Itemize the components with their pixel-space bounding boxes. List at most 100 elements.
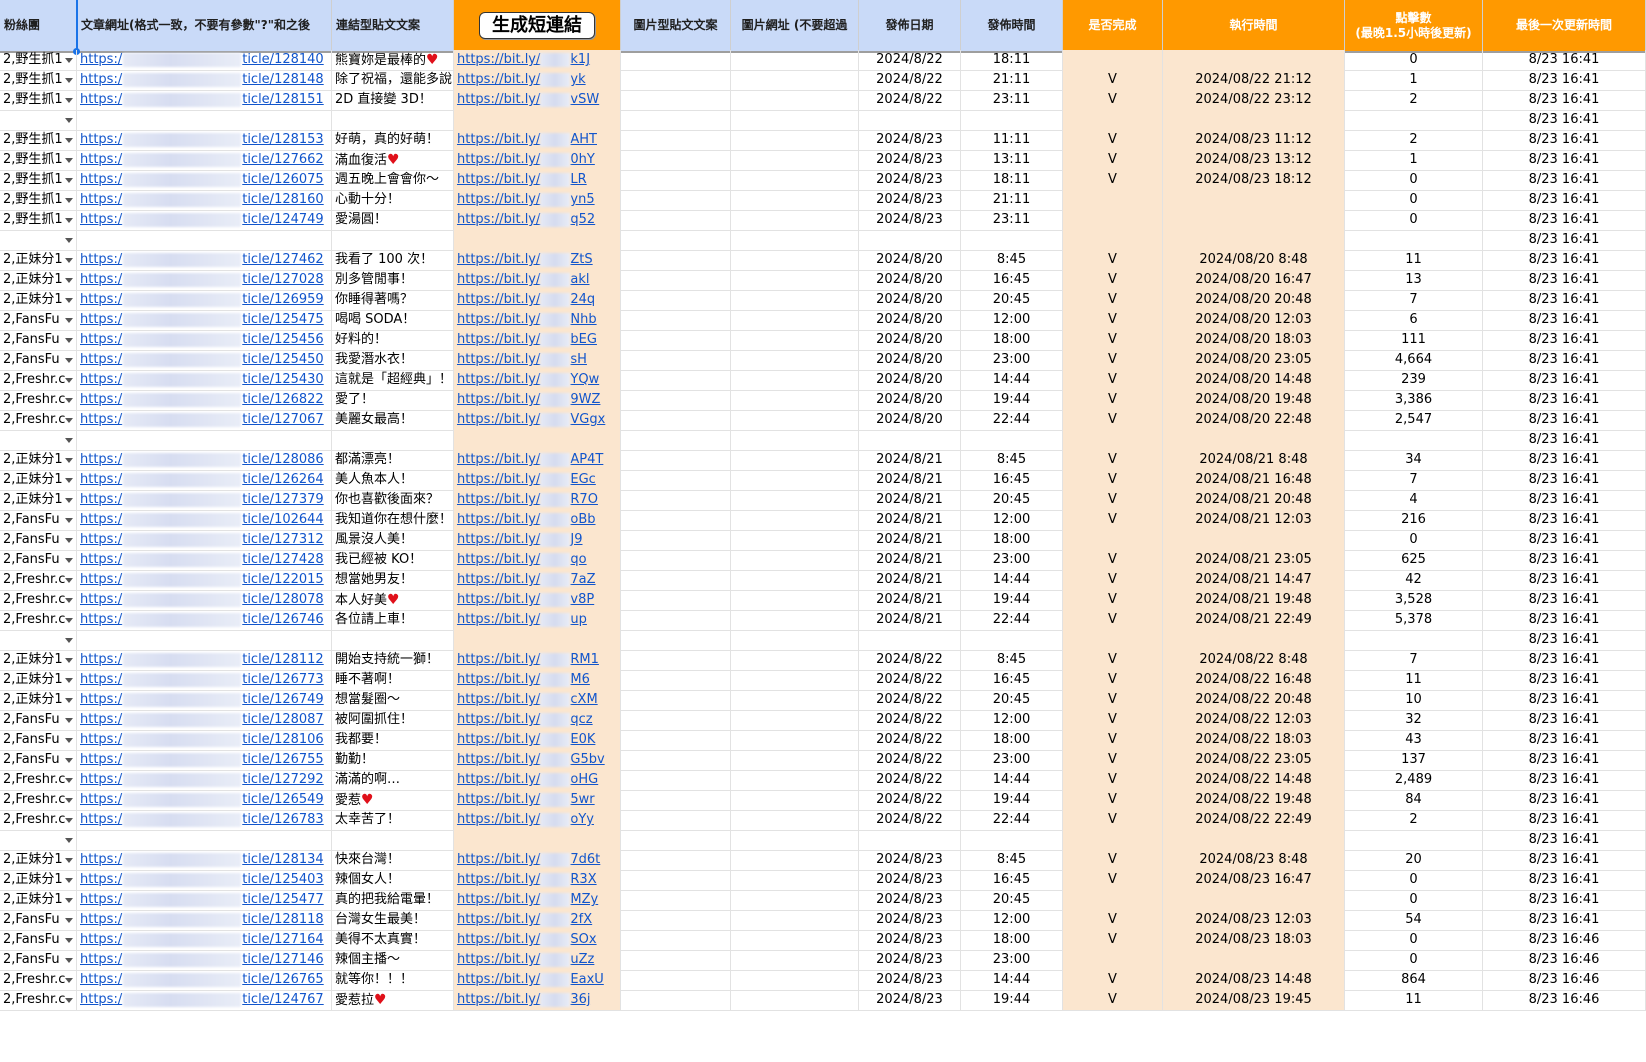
is-done-cell[interactable]: V xyxy=(1063,690,1163,711)
exec-time-cell[interactable]: 2024/08/22 12:03 xyxy=(1163,710,1345,731)
short-link-cell[interactable]: https://bit.ly/qo xyxy=(454,550,621,571)
link-post-text-cell[interactable]: 台灣女生最美！ xyxy=(332,910,454,931)
fan-group-cell[interactable]: 2,FansFu xyxy=(0,750,77,771)
short-link-cell[interactable]: https://bit.ly/7d6t xyxy=(454,850,621,871)
is-done-cell[interactable] xyxy=(1063,210,1163,231)
is-done-cell[interactable]: V xyxy=(1063,390,1163,411)
short-link[interactable]: https://bit.ly/ xyxy=(457,790,540,810)
image-url-cell[interactable] xyxy=(731,770,859,791)
short-link-suffix[interactable]: J9 xyxy=(570,530,582,550)
article-url-cell[interactable]: https:/ ticle/126765 xyxy=(77,970,332,991)
article-url-cell[interactable]: https:/ ticle/126959 xyxy=(77,290,332,311)
fan-group-cell[interactable] xyxy=(0,430,77,451)
short-link-suffix[interactable]: Nhb xyxy=(570,310,596,330)
image-post-text-cell[interactable] xyxy=(621,90,731,111)
article-url-cell[interactable]: https:/ ticle/124749 xyxy=(77,210,332,231)
exec-time-cell[interactable] xyxy=(1163,830,1345,851)
short-link-cell[interactable]: https://bit.ly/MZy xyxy=(454,890,621,911)
exec-time-cell[interactable] xyxy=(1163,110,1345,131)
article-url-link[interactable]: https:/ xyxy=(80,730,122,750)
article-url-path[interactable]: ticle/125403 xyxy=(242,870,323,890)
image-url-cell[interactable] xyxy=(731,790,859,811)
fan-group-cell[interactable]: 2,Freshr.c xyxy=(0,390,77,411)
post-date-cell[interactable]: 2024/8/22 xyxy=(859,790,961,811)
post-time-cell[interactable]: 12:00 xyxy=(961,910,1063,931)
link-post-text-cell[interactable]: 愛了！ xyxy=(332,390,454,411)
dropdown-arrow-icon[interactable] xyxy=(65,578,73,583)
exec-time-cell[interactable]: 2024/08/20 8:48 xyxy=(1163,250,1345,271)
link-post-text-cell[interactable]: 開始支持統一獅！ xyxy=(332,650,454,671)
short-link[interactable]: https://bit.ly/ xyxy=(457,450,540,470)
clicks-cell[interactable]: 0 xyxy=(1345,50,1483,71)
exec-time-cell[interactable]: 2024/08/20 20:48 xyxy=(1163,290,1345,311)
is-done-cell[interactable]: V xyxy=(1063,370,1163,391)
link-post-text-cell[interactable]: 週五晚上會會你～ xyxy=(332,170,454,191)
exec-time-cell[interactable]: 2024/08/22 23:05 xyxy=(1163,750,1345,771)
post-date-cell[interactable]: 2024/8/22 xyxy=(859,770,961,791)
last-update-cell[interactable]: 8/23 16:41 xyxy=(1483,810,1646,831)
exec-time-cell[interactable]: 2024/08/23 14:48 xyxy=(1163,970,1345,991)
article-url-link[interactable]: https:/ xyxy=(80,950,122,970)
short-link[interactable]: https://bit.ly/ xyxy=(457,970,540,990)
article-url-cell[interactable]: https:/ ticle/126755 xyxy=(77,750,332,771)
last-update-cell[interactable]: 8/23 16:41 xyxy=(1483,270,1646,291)
dropdown-arrow-icon[interactable] xyxy=(65,298,73,303)
post-date-cell[interactable]: 2024/8/23 xyxy=(859,890,961,911)
post-date-cell[interactable]: 2024/8/22 xyxy=(859,650,961,671)
post-date-cell[interactable] xyxy=(859,830,961,851)
short-link-cell[interactable]: https://bit.ly/cXM xyxy=(454,690,621,711)
image-url-cell[interactable] xyxy=(731,170,859,191)
image-url-cell[interactable] xyxy=(731,530,859,551)
short-link-cell[interactable]: https://bit.ly/uZz xyxy=(454,950,621,971)
article-url-link[interactable]: https:/ xyxy=(80,370,122,390)
image-post-text-cell[interactable] xyxy=(621,830,731,851)
article-url-link[interactable]: https:/ xyxy=(80,70,122,90)
image-url-cell[interactable] xyxy=(731,110,859,131)
short-link[interactable]: https://bit.ly/ xyxy=(457,690,540,710)
short-link[interactable]: https://bit.ly/ xyxy=(457,410,540,430)
last-update-cell[interactable]: 8/23 16:41 xyxy=(1483,110,1646,131)
article-url-cell[interactable]: https:/ ticle/128140 xyxy=(77,50,332,71)
short-link-suffix[interactable]: VGgx xyxy=(570,410,605,430)
clicks-cell[interactable]: 43 xyxy=(1345,730,1483,751)
dropdown-arrow-icon[interactable] xyxy=(65,658,73,663)
short-link[interactable]: https://bit.ly/ xyxy=(457,170,540,190)
article-url-link[interactable]: https:/ xyxy=(80,610,122,630)
image-post-text-cell[interactable] xyxy=(621,610,731,631)
article-url-link[interactable]: https:/ xyxy=(80,310,122,330)
short-link-suffix[interactable]: M6 xyxy=(570,670,590,690)
post-time-cell[interactable]: 13:11 xyxy=(961,150,1063,171)
clicks-cell[interactable]: 0 xyxy=(1345,890,1483,911)
article-url-path[interactable]: ticle/128086 xyxy=(242,450,323,470)
post-date-cell[interactable]: 2024/8/20 xyxy=(859,250,961,271)
article-url-link[interactable]: https:/ xyxy=(80,250,122,270)
image-url-cell[interactable] xyxy=(731,550,859,571)
short-link[interactable]: https://bit.ly/ xyxy=(457,890,540,910)
link-post-text-cell[interactable]: 2D 直接變 3D！ xyxy=(332,90,454,111)
short-link-suffix[interactable]: E0K xyxy=(570,730,595,750)
dropdown-arrow-icon[interactable] xyxy=(65,738,73,743)
article-url-link[interactable]: https:/ xyxy=(80,210,122,230)
clicks-cell[interactable]: 2,547 xyxy=(1345,410,1483,431)
is-done-cell[interactable]: V xyxy=(1063,810,1163,831)
article-url-cell[interactable]: https:/ ticle/126549 xyxy=(77,790,332,811)
post-date-cell[interactable]: 2024/8/23 xyxy=(859,190,961,211)
article-url-cell[interactable]: https:/ ticle/126075 xyxy=(77,170,332,191)
short-link-cell[interactable]: https://bit.ly/sH xyxy=(454,350,621,371)
image-post-text-cell[interactable] xyxy=(621,130,731,151)
dropdown-arrow-icon[interactable] xyxy=(65,58,73,63)
short-link[interactable]: https://bit.ly/ xyxy=(457,350,540,370)
is-done-cell[interactable]: V xyxy=(1063,350,1163,371)
article-url-cell[interactable]: https:/ ticle/126773 xyxy=(77,670,332,691)
fan-group-cell[interactable]: 2,Freshr.c xyxy=(0,810,77,831)
fan-group-cell[interactable]: 2,Freshr.c xyxy=(0,370,77,391)
image-url-cell[interactable] xyxy=(731,90,859,111)
short-link-suffix[interactable]: qo xyxy=(570,550,586,570)
article-url-path[interactable]: ticle/126959 xyxy=(242,290,323,310)
dropdown-arrow-icon[interactable] xyxy=(65,318,73,323)
short-link-suffix[interactable]: cXM xyxy=(570,690,597,710)
short-link-cell[interactable]: https://bit.ly/oHG xyxy=(454,770,621,791)
dropdown-arrow-icon[interactable] xyxy=(65,638,73,643)
generate-short-link-button[interactable]: 生成短連結 xyxy=(479,12,595,39)
link-post-text-cell[interactable]: 快來台灣！ xyxy=(332,850,454,871)
